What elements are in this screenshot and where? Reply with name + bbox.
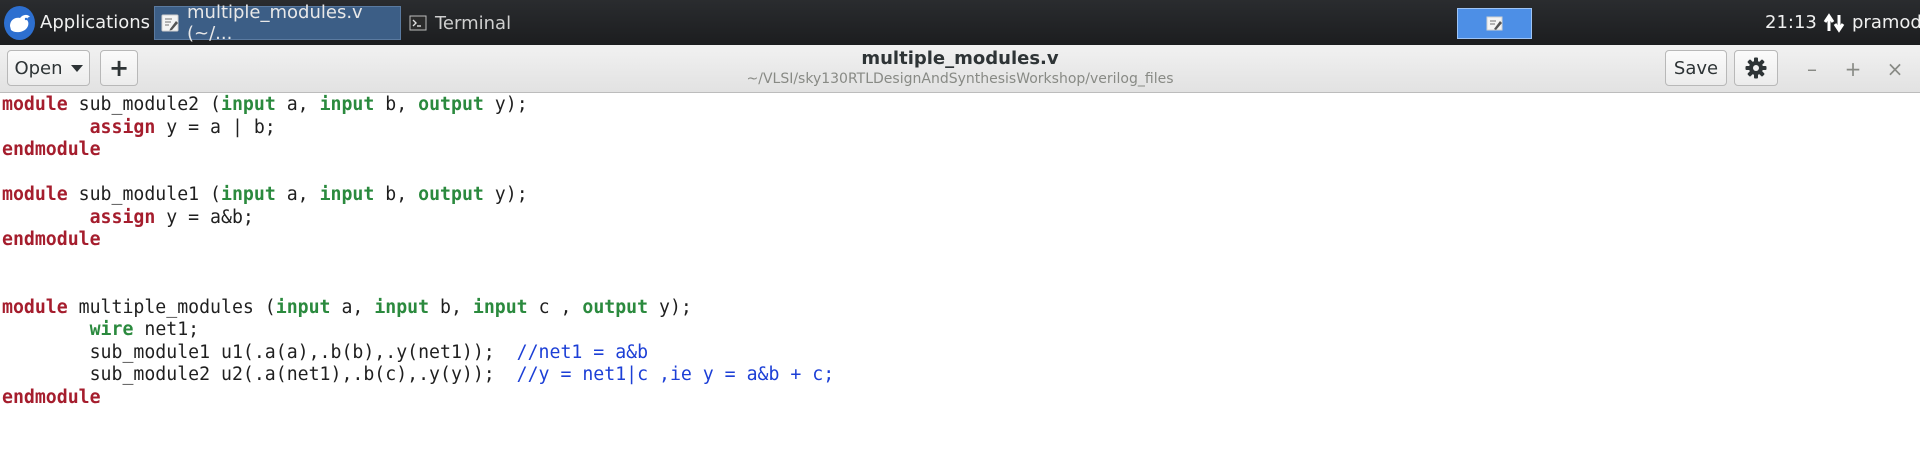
code-line: sub_module1 u1(.a(a),.b(b),.y(net1)); //… xyxy=(2,342,834,365)
code-token: y); xyxy=(648,296,692,318)
chevron-down-icon xyxy=(70,64,83,72)
text-editor-icon xyxy=(161,14,179,32)
code-token: a, xyxy=(275,94,320,115)
document-path: ~/VLSI/sky130RTLDesignAndSynthesisWorksh… xyxy=(746,71,1174,87)
code-token: y = a&b; xyxy=(155,206,254,228)
code-keyword: input xyxy=(275,296,331,318)
code-keyword: input xyxy=(374,296,430,318)
code-token: sub_module2 u2(.a(net1),.b(c),.y(y)); xyxy=(2,364,517,385)
minimize-button[interactable]: – xyxy=(1797,45,1827,93)
close-button[interactable]: × xyxy=(1880,45,1910,93)
network-updown-icon[interactable] xyxy=(1823,13,1845,33)
code-token: net1; xyxy=(133,319,200,340)
code-keyword: input xyxy=(221,94,276,115)
code-keyword: endmodule xyxy=(2,139,101,160)
open-button[interactable]: Open xyxy=(7,50,90,86)
xfce-logo-icon xyxy=(4,5,36,40)
taskbar-item-terminal-label: Terminal xyxy=(435,12,512,34)
code-line: module multiple_modules (input a, input … xyxy=(2,297,834,320)
code-token: sub_module2 ( xyxy=(67,94,222,115)
taskbar-item-terminal[interactable]: Terminal xyxy=(405,6,650,40)
taskbar-item-editor-label: multiple_modules.v (~/... xyxy=(187,2,363,44)
code-line: endmodule xyxy=(2,387,834,410)
code-keyword: endmodule xyxy=(2,386,101,408)
code-keyword: assign xyxy=(89,116,156,138)
code-text[interactable]: module sub_module2 (input a, input b, ou… xyxy=(2,94,834,409)
code-keyword: input xyxy=(319,94,375,115)
taskbar-item-editor[interactable]: multiple_modules.v (~/... xyxy=(154,2,401,44)
save-button[interactable]: Save xyxy=(1665,50,1727,86)
code-keyword: input xyxy=(319,184,375,205)
code-keyword: module xyxy=(2,184,68,205)
workspace-switcher[interactable] xyxy=(1457,8,1532,39)
terminal-icon xyxy=(409,15,427,31)
window-title-area: multiple_modules.v ~/VLSI/sky130RTLDesig… xyxy=(640,48,1280,88)
code-editor[interactable]: module sub_module2 (input a, input b, ou… xyxy=(0,93,1920,454)
code-line: assign y = a&b; xyxy=(2,207,834,230)
code-keyword: module xyxy=(2,296,68,318)
code-keyword: output xyxy=(418,94,484,115)
code-comment: //net1 = a&b xyxy=(516,341,649,363)
code-keyword: input xyxy=(472,296,528,318)
code-token: b, xyxy=(374,94,419,115)
code-line: endmodule xyxy=(2,229,834,252)
menu-button[interactable] xyxy=(1734,50,1778,86)
workspace-window-icon xyxy=(1486,16,1502,30)
code-token: c , xyxy=(527,296,583,318)
code-token: b, xyxy=(429,296,473,318)
maximize-button[interactable]: + xyxy=(1838,45,1868,93)
applications-label: Applications xyxy=(40,12,150,33)
code-keyword: output xyxy=(582,296,649,318)
code-line: endmodule xyxy=(2,139,834,162)
open-button-label: Open xyxy=(14,57,63,79)
applications-menu-button[interactable]: Applications xyxy=(0,0,150,45)
code-keyword: module xyxy=(2,94,68,115)
top-panel: Applications multiple_modules.v (~/... T… xyxy=(0,0,1920,45)
code-token: y = a | b; xyxy=(155,116,276,138)
code-token: y); xyxy=(483,184,528,205)
code-keyword: wire xyxy=(89,319,134,340)
code-token: a, xyxy=(330,296,375,318)
code-token: sub_module1 ( xyxy=(67,184,222,205)
code-line: assign y = a | b; xyxy=(2,117,834,140)
code-keyword: input xyxy=(221,184,276,205)
code-token: multiple_modules ( xyxy=(67,296,276,318)
editor-headerbar: Open + multiple_modules.v ~/VLSI/sky130R… xyxy=(0,45,1920,93)
code-line: wire net1; xyxy=(2,319,834,342)
new-document-button[interactable]: + xyxy=(100,50,138,86)
code-line: sub_module2 u2(.a(net1),.b(c),.y(y)); //… xyxy=(2,364,835,387)
code-line: module sub_module1 (input a, input b, ou… xyxy=(2,184,834,207)
document-title: multiple_modules.v xyxy=(861,48,1059,69)
code-token: sub_module1 u1(.a(a),.b(b),.y(net1)); xyxy=(2,341,517,363)
code-keyword: output xyxy=(418,184,484,205)
code-keyword: endmodule xyxy=(2,229,101,250)
code-token: a, xyxy=(275,184,320,205)
code-token: b, xyxy=(374,184,419,205)
panel-clock[interactable]: 21:13 xyxy=(1765,0,1817,45)
code-comment: //y = net1|c ,ie y = a&b + c; xyxy=(516,364,835,385)
code-token: y); xyxy=(483,94,528,115)
code-keyword: assign xyxy=(89,206,156,228)
panel-user-menu[interactable]: pramod xyxy=(1852,0,1920,45)
code-line: module sub_module2 (input a, input b, ou… xyxy=(2,94,834,117)
gear-icon xyxy=(1745,57,1767,79)
